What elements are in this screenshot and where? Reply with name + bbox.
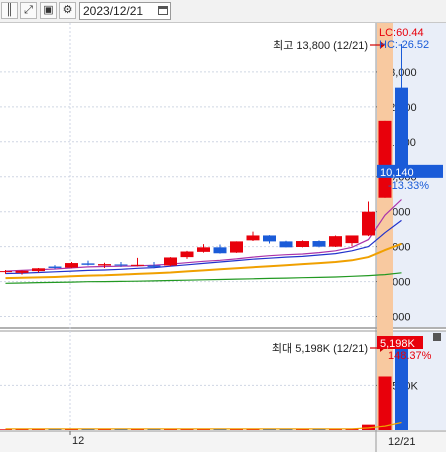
candle-body: [48, 266, 62, 268]
candle-body: [164, 257, 177, 266]
volume-bar: [279, 429, 293, 430]
volume-bar: [114, 429, 128, 430]
candle-body: [180, 251, 194, 258]
candle-body: [395, 87, 408, 172]
candle-body: [147, 265, 161, 267]
lc-label: LC:60.44: [379, 27, 424, 39]
volume-bar: [15, 429, 29, 430]
stock-chart: 13,00012,00011,00010,0009,0008,0007,0006…: [0, 23, 446, 452]
candle-body: [312, 241, 326, 247]
candle-body: [32, 268, 45, 272]
candle-body: [246, 235, 260, 241]
selected-day-highlight: [377, 23, 393, 430]
candle-body: [279, 241, 293, 248]
hc-label: HC:-26.52: [379, 39, 429, 51]
current-price-label: 10,140: [380, 167, 414, 179]
candle-body: [114, 264, 128, 266]
volume-bar: [312, 429, 326, 430]
max-volume-annotation: 최대 5,198K (12/21): [272, 342, 368, 355]
candle-body: [296, 241, 309, 247]
candle-body: [197, 247, 210, 252]
time-axis-panel: [0, 431, 446, 452]
candle-body: [329, 236, 342, 247]
ma-green-line: [5, 272, 402, 284]
candle-body: [81, 263, 95, 265]
candle-body: [15, 270, 29, 273]
current-volume-label: 5,198K: [380, 338, 416, 350]
volume-bar: [98, 429, 111, 430]
candle-body: [131, 264, 144, 266]
candle-body: [0, 271, 12, 273]
candle-body: [213, 247, 227, 254]
candle-body: [263, 235, 276, 242]
volume-bar: [378, 376, 392, 430]
volume-bar: [48, 429, 62, 430]
current-change-label: -13.33%: [388, 180, 429, 192]
close-icon[interactable]: [433, 333, 441, 341]
volume-change-label: 148.37%: [388, 350, 432, 362]
volume-ma-line: [5, 421, 402, 430]
time-right-label: 12/21: [388, 436, 416, 448]
volume-bar: [147, 429, 161, 430]
candle-body: [230, 241, 243, 253]
candle-body: [362, 211, 375, 236]
candle-body: [65, 263, 78, 268]
candle-body: [345, 235, 359, 244]
time-tick-label: 12: [72, 435, 84, 447]
max-price-annotation: 최고 13,800 (12/21): [273, 39, 368, 52]
candle-body: [98, 264, 111, 266]
